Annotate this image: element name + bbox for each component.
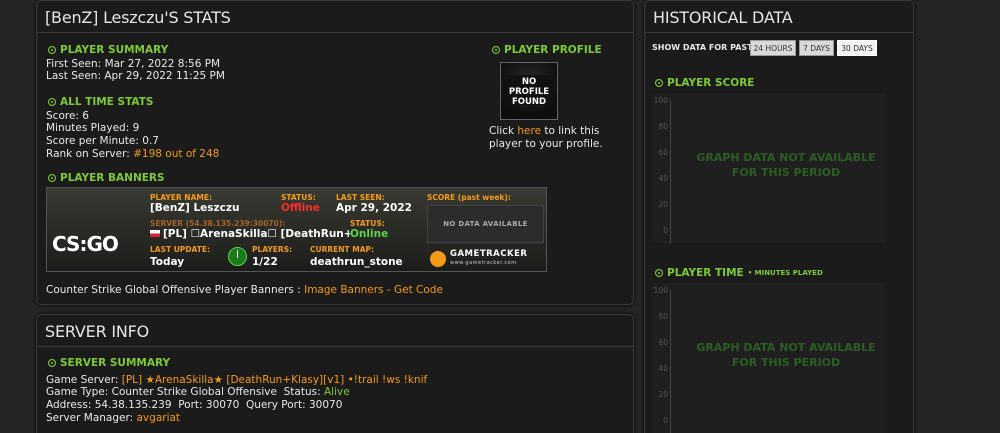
server-summary-heading: SERVER SUMMARY [48, 357, 170, 369]
banner-status: Offline [281, 202, 320, 214]
get-code-link[interactable]: Image Banners - Get Code [304, 284, 443, 296]
profile-here-link[interactable]: here [517, 125, 541, 137]
range-24-hours-button[interactable]: 24 HOURS [750, 40, 796, 56]
banner-players: 1/22 [252, 256, 278, 268]
manager-row: Server Manager: avgariat [46, 412, 181, 424]
player-banner[interactable]: CS:GO PLAYER NAME: [BenZ] Leszczu STATUS… [46, 187, 547, 272]
address-row: Address: 54.38.135.239 Port: 30070 Query… [46, 399, 343, 411]
banner-map: deathrun_stone [310, 256, 403, 268]
graph-unavailable-text: GRAPH DATA NOT AVAILABLE FOR THIS PERIOD [696, 151, 876, 179]
banner-last-update-label: LAST UPDATE: [150, 245, 210, 254]
banner-footer: Counter Strike Global Offensive Player B… [46, 284, 443, 296]
poland-flag-icon [150, 230, 160, 237]
bullet-icon [48, 98, 56, 106]
game-server-row: Game Server: [PL] ★ArenaSkilla★ [DeathRu… [46, 374, 428, 386]
player-banners-heading: PLAYER BANNERS [48, 172, 165, 184]
player-summary-heading: PLAYER SUMMARY [48, 44, 168, 56]
game-server-link[interactable]: [PL] ★ArenaSkilla★ [DeathRun+Klasy][v1] … [122, 374, 427, 386]
banner-player-name: [BenZ] Leszczu [150, 202, 240, 214]
game-type-row: Game Type: Counter Strike Global Offensi… [46, 386, 350, 398]
rank-row: Rank on Server: #198 out of 248 [46, 148, 220, 160]
banner-server-label: SERVER (54.38.135.239:30070): [150, 219, 286, 228]
bullet-icon [48, 46, 56, 54]
banner-last-update: Today [150, 256, 185, 268]
minutes-row: Minutes Played: 9 [46, 122, 140, 134]
bullet-icon [48, 359, 56, 367]
bullet-icon [655, 79, 663, 87]
gametracker-icon [430, 251, 446, 267]
profile-link-text: Click here to link this [489, 125, 600, 137]
rank-link[interactable]: #198 out of 248 [133, 148, 219, 160]
banner-no-data: NO DATA AVAILABLE [427, 205, 544, 243]
player-time-graph: 100 80 60 40 20 0 GRAPH DATA NOT AVAILAB… [652, 283, 885, 433]
server-info-title: SERVER INFO [37, 315, 633, 347]
csgo-logo: CS:GO [52, 232, 119, 256]
bullet-icon [655, 269, 663, 277]
show-data-label: SHOW DATA FOR PAST: [652, 43, 756, 52]
graph-unavailable-text: GRAPH DATA NOT AVAILABLE FOR THIS PERIOD [696, 341, 876, 369]
banner-server-name: [PL] ☐ArenaSkilla☐ [DeathRun+ [150, 228, 350, 240]
bullet-icon [48, 174, 56, 182]
score-row: Score: 6 [46, 110, 89, 122]
profile-avatar: NO PROFILE FOUND [500, 62, 558, 120]
bullet-icon [492, 46, 500, 54]
player-score-heading: PLAYER SCORE [655, 77, 754, 89]
first-seen-row: First Seen: Mar 27, 2022 8:56 PM [46, 58, 221, 70]
players-pie-icon [228, 247, 247, 266]
historical-title: HISTORICAL DATA [645, 1, 913, 33]
profile-link-text-2: player to your profile. [489, 138, 603, 150]
banner-last-seen-label: LAST SEEN: [336, 193, 385, 202]
last-seen-row: Last Seen: Apr 29, 2022 11:25 PM [46, 70, 225, 82]
all-time-stats-heading: ALL TIME STATS [48, 96, 153, 108]
banner-players-label: PLAYERS: [252, 245, 293, 254]
banner-player-name-label: PLAYER NAME: [150, 193, 212, 202]
spm-row: Score per Minute: 0.7 [46, 135, 159, 147]
player-profile-heading: PLAYER PROFILE [492, 44, 602, 56]
banner-server-status-label: STATUS: [350, 219, 385, 228]
range-7-days-button[interactable]: 7 DAYS [799, 40, 834, 56]
banner-last-seen: Apr 29, 2022 [336, 202, 412, 214]
gametracker-logo: GAMETRACKER www.gametracker.com [430, 250, 527, 268]
banner-score-label: SCORE (past week): [427, 193, 511, 202]
range-30-days-button[interactable]: 30 DAYS [837, 40, 877, 56]
avatar-text: NO PROFILE FOUND [508, 77, 550, 107]
player-score-graph: 100 80 60 40 20 0 GRAPH DATA NOT AVAILAB… [652, 93, 885, 243]
manager-link[interactable]: avgariat [137, 412, 181, 424]
banner-status-label: STATUS: [281, 193, 316, 202]
banner-map-label: CURRENT MAP: [310, 245, 375, 254]
player-time-heading: PLAYER TIME • MINUTES PLAYED [655, 267, 823, 279]
banner-server-status: Online [350, 228, 389, 240]
stats-title: [BenZ] Leszczu'S STATS [37, 1, 633, 33]
